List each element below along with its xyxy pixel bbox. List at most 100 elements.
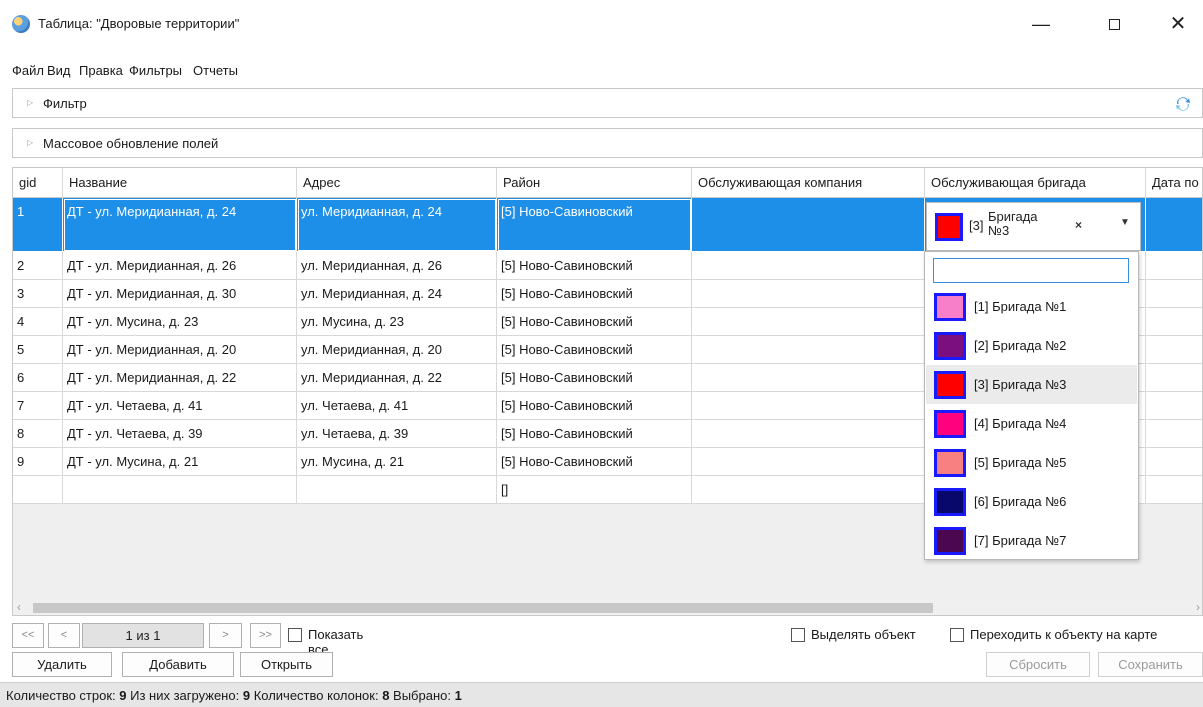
filter-panel[interactable]: ▷ Фильтр bbox=[12, 88, 1203, 118]
menu-view[interactable]: Вид bbox=[47, 63, 71, 78]
cell-district[interactable]: [5] Ново-Савиновский bbox=[497, 308, 692, 336]
cell-district[interactable]: [5] Ново-Савиновский bbox=[497, 420, 692, 448]
horizontal-scrollbar[interactable]: ‹ › bbox=[13, 600, 1202, 615]
cell-address[interactable]: ул. Меридианная, д. 24 bbox=[297, 280, 497, 308]
cell-date[interactable] bbox=[1146, 198, 1202, 252]
cell-name[interactable]: ДТ - ул. Меридианная, д. 30 bbox=[63, 280, 297, 308]
cell-address[interactable]: ул. Четаева, д. 39 bbox=[297, 420, 497, 448]
new-row-cell[interactable] bbox=[692, 476, 925, 504]
column-header-company[interactable]: Обслуживающая компания bbox=[692, 168, 925, 198]
column-header-district[interactable]: Район bbox=[497, 168, 692, 198]
menu-filters[interactable]: Фильтры bbox=[129, 63, 182, 78]
cell-company[interactable] bbox=[692, 308, 925, 336]
cell-district[interactable]: [5] Ново-Савиновский bbox=[497, 252, 692, 280]
cell-company[interactable] bbox=[692, 252, 925, 280]
cell-name[interactable]: ДТ - ул. Меридианная, д. 24 bbox=[63, 198, 297, 252]
cell-name[interactable]: ДТ - ул. Мусина, д. 21 bbox=[63, 448, 297, 476]
cell-name[interactable]: ДТ - ул. Меридианная, д. 20 bbox=[63, 336, 297, 364]
add-button[interactable]: Добавить bbox=[122, 652, 234, 677]
menu-file[interactable]: Файл bbox=[12, 63, 44, 78]
cell-district[interactable]: [5] Ново-Савиновский bbox=[497, 448, 692, 476]
cell-address[interactable]: ул. Меридианная, д. 26 bbox=[297, 252, 497, 280]
clear-selection-icon[interactable]: × bbox=[1075, 218, 1082, 232]
new-row-cell[interactable] bbox=[13, 476, 63, 504]
cell-district[interactable]: [5] Ново-Савиновский bbox=[497, 198, 692, 252]
new-row-cell[interactable] bbox=[63, 476, 297, 504]
cell-date[interactable] bbox=[1146, 280, 1202, 308]
column-header-date[interactable]: Дата по bbox=[1146, 168, 1202, 198]
brigade-option[interactable]: [7] Бригада №7 bbox=[926, 521, 1137, 560]
cell-address[interactable]: ул. Четаева, д. 41 bbox=[297, 392, 497, 420]
goto-object-checkbox[interactable] bbox=[950, 628, 964, 642]
cell-company[interactable] bbox=[692, 448, 925, 476]
select-object-checkbox[interactable] bbox=[791, 628, 805, 642]
cell-name[interactable]: ДТ - ул. Четаева, д. 39 bbox=[63, 420, 297, 448]
menu-reports[interactable]: Отчеты bbox=[193, 63, 238, 78]
brigade-option[interactable]: [2] Бригада №2 bbox=[926, 326, 1137, 365]
cell-gid[interactable]: 6 bbox=[13, 364, 63, 392]
cell-gid[interactable]: 9 bbox=[13, 448, 63, 476]
column-header-name[interactable]: Название bbox=[63, 168, 297, 198]
new-row-cell[interactable]: [] bbox=[497, 476, 692, 504]
cell-date[interactable] bbox=[1146, 392, 1202, 420]
cell-date[interactable] bbox=[1146, 364, 1202, 392]
mass-update-panel[interactable]: ▷ Массовое обновление полей bbox=[12, 128, 1203, 158]
cell-gid[interactable]: 5 bbox=[13, 336, 63, 364]
cell-gid[interactable]: 7 bbox=[13, 392, 63, 420]
cell-address[interactable]: ул. Меридианная, д. 20 bbox=[297, 336, 497, 364]
close-button[interactable]: ✕ bbox=[1163, 12, 1193, 36]
dropdown-search-input[interactable] bbox=[933, 258, 1129, 283]
brigade-option[interactable]: [4] Бригада №4 bbox=[926, 404, 1137, 443]
cell-name[interactable]: ДТ - ул. Мусина, д. 23 bbox=[63, 308, 297, 336]
cell-district[interactable]: [5] Ново-Савиновский bbox=[497, 392, 692, 420]
cell-company[interactable] bbox=[692, 336, 925, 364]
cell-company[interactable] bbox=[692, 280, 925, 308]
cell-address[interactable]: ул. Меридианная, д. 24 bbox=[297, 198, 497, 252]
reset-button[interactable]: Сбросить bbox=[986, 652, 1090, 677]
save-button[interactable]: Сохранить bbox=[1098, 652, 1203, 677]
cell-date[interactable] bbox=[1146, 252, 1202, 280]
cell-address[interactable]: ул. Мусина, д. 21 bbox=[297, 448, 497, 476]
column-header-address[interactable]: Адрес bbox=[297, 168, 497, 198]
cell-district[interactable]: [5] Ново-Савиновский bbox=[497, 336, 692, 364]
scroll-left-icon[interactable]: ‹ bbox=[17, 600, 21, 614]
cell-gid[interactable]: 4 bbox=[13, 308, 63, 336]
menu-edit[interactable]: Правка bbox=[79, 63, 123, 78]
cell-date[interactable] bbox=[1146, 336, 1202, 364]
cell-company[interactable] bbox=[692, 364, 925, 392]
brigade-option[interactable]: [6] Бригада №6 bbox=[926, 482, 1137, 521]
refresh-icon[interactable] bbox=[1174, 95, 1192, 113]
brigade-combobox[interactable]: [3] Бригада №3 × ▼ bbox=[926, 202, 1141, 251]
cell-district[interactable]: [5] Ново-Савиновский bbox=[497, 364, 692, 392]
cell-date[interactable] bbox=[1146, 308, 1202, 336]
next-page-button[interactable]: > bbox=[209, 623, 242, 648]
open-button[interactable]: Открыть bbox=[240, 652, 333, 677]
cell-date[interactable] bbox=[1146, 420, 1202, 448]
dropdown-search-field[interactable] bbox=[934, 259, 1128, 282]
cell-gid[interactable]: 2 bbox=[13, 252, 63, 280]
cell-gid[interactable]: 1 bbox=[13, 198, 63, 252]
cell-address[interactable]: ул. Меридианная, д. 22 bbox=[297, 364, 497, 392]
cell-company[interactable] bbox=[692, 420, 925, 448]
brigade-option[interactable]: [5] Бригада №5 bbox=[926, 443, 1137, 482]
prev-page-button[interactable]: < bbox=[48, 623, 80, 648]
brigade-option[interactable]: [1] Бригада №1 bbox=[926, 287, 1137, 326]
maximize-button[interactable] bbox=[1099, 12, 1129, 36]
cell-name[interactable]: ДТ - ул. Меридианная, д. 26 bbox=[63, 252, 297, 280]
column-header-brigade[interactable]: Обслуживающая бригада bbox=[925, 168, 1146, 198]
brigade-option[interactable]: [3] Бригада №3 bbox=[926, 365, 1137, 404]
cell-company[interactable] bbox=[692, 392, 925, 420]
last-page-button[interactable]: >> bbox=[250, 623, 281, 648]
cell-gid[interactable]: 8 bbox=[13, 420, 63, 448]
cell-gid[interactable]: 3 bbox=[13, 280, 63, 308]
column-header-gid[interactable]: gid bbox=[13, 168, 63, 198]
scrollbar-thumb[interactable] bbox=[33, 603, 933, 613]
scroll-right-icon[interactable]: › bbox=[1196, 600, 1200, 614]
cell-district[interactable]: [5] Ново-Савиновский bbox=[497, 280, 692, 308]
cell-name[interactable]: ДТ - ул. Четаева, д. 41 bbox=[63, 392, 297, 420]
new-row-cell[interactable] bbox=[297, 476, 497, 504]
minimize-button[interactable]: — bbox=[1026, 12, 1056, 36]
cell-address[interactable]: ул. Мусина, д. 23 bbox=[297, 308, 497, 336]
show-all-checkbox[interactable] bbox=[288, 628, 302, 642]
new-row-cell[interactable] bbox=[1146, 476, 1202, 504]
